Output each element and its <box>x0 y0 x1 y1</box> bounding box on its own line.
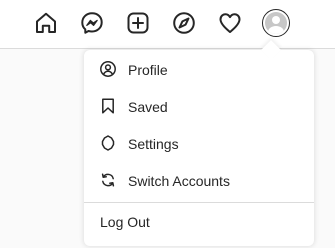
logout-label: Log Out <box>100 214 150 230</box>
home-icon[interactable] <box>34 11 58 35</box>
new-post-icon[interactable] <box>126 11 150 35</box>
profile-icon <box>100 61 116 77</box>
menu-item-label: Profile <box>128 61 168 78</box>
top-navigation-bar <box>0 0 335 49</box>
settings-gear-icon <box>100 135 116 151</box>
profile-dropdown-menu: Profile Saved Settings Switch Accounts L… <box>84 50 314 246</box>
avatar-body-shape <box>268 26 284 34</box>
avatar <box>265 12 287 34</box>
activity-heart-icon[interactable] <box>218 11 242 35</box>
logout-button[interactable]: Log Out <box>84 203 314 241</box>
menu-item-label: Saved <box>128 98 168 115</box>
bookmark-icon <box>100 98 116 114</box>
menu-item-profile[interactable]: Profile <box>84 51 314 88</box>
menu-item-switch-accounts[interactable]: Switch Accounts <box>84 162 314 199</box>
explore-icon[interactable] <box>172 11 196 35</box>
menu-item-saved[interactable]: Saved <box>84 88 314 125</box>
menu-item-settings[interactable]: Settings <box>84 125 314 162</box>
avatar-head-shape <box>272 16 280 24</box>
menu-item-label: Settings <box>128 135 179 152</box>
switch-accounts-icon <box>100 172 116 188</box>
profile-avatar-button[interactable] <box>262 9 290 37</box>
menu-item-label: Switch Accounts <box>128 172 230 189</box>
direct-messages-icon[interactable] <box>80 11 104 35</box>
